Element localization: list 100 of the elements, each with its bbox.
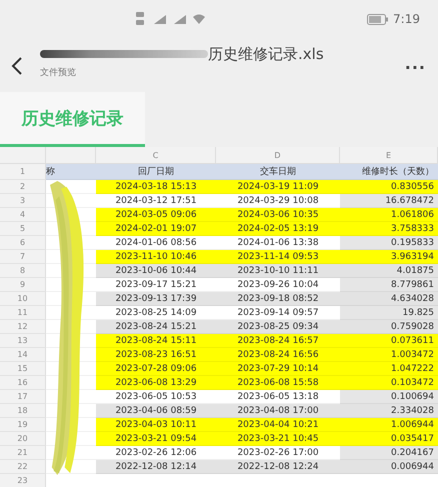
table-cell: 2023-08-24 15:11 <box>96 334 216 348</box>
table-cell: 2023-11-10 10:46 <box>96 250 216 264</box>
row-number: 18 <box>0 404 46 418</box>
table-cell: 2023-08-24 16:57 <box>216 334 340 348</box>
table-cell: 1.003472 <box>340 348 438 362</box>
table-cell: 0.759028 <box>340 320 438 334</box>
table-cell: 2023-10-06 10:44 <box>96 264 216 278</box>
table-cell: 2023-07-29 10:14 <box>216 362 340 376</box>
table-cell: 2023-04-04 10:21 <box>216 418 340 432</box>
table-cell: 2023-09-13 17:39 <box>96 292 216 306</box>
row-number: 5 <box>0 222 46 236</box>
table-cell: 8.779861 <box>340 278 438 292</box>
header-cell: 交车日期 <box>216 164 340 180</box>
row-number: 23 <box>0 474 46 487</box>
row-number: 9 <box>0 278 46 292</box>
row-number: 11 <box>0 306 46 320</box>
row-number: 1 <box>0 164 46 180</box>
row-number: 10 <box>0 292 46 306</box>
table-cell: 4.634028 <box>340 292 438 306</box>
row-number: 2 <box>0 180 46 194</box>
file-subtitle: 文件预览 <box>40 66 77 79</box>
table-cell: 0.035417 <box>340 432 438 446</box>
table-cell: 2023-09-14 09:57 <box>216 306 340 320</box>
table-cell: 2023-07-28 09:06 <box>96 362 216 376</box>
row-number: 12 <box>0 320 46 334</box>
row-number: 19 <box>0 418 46 432</box>
table-cell: 2023-08-25 09:34 <box>216 320 340 334</box>
column-header <box>46 147 96 164</box>
table-cell: 2022-12-08 12:24 <box>216 460 340 474</box>
header-cell: 维修时长（天数） <box>340 164 438 180</box>
table-cell: 1.006944 <box>340 418 438 432</box>
column-letter: D <box>216 147 340 164</box>
table-cell: 2.334028 <box>340 404 438 418</box>
more-button[interactable]: ... <box>404 54 426 73</box>
table-cell: 2023-06-05 13:18 <box>216 390 340 404</box>
table-cell: 2023-06-05 10:53 <box>96 390 216 404</box>
table-cell: 2023-04-03 10:11 <box>96 418 216 432</box>
table-cell: 0.103472 <box>340 376 438 390</box>
row-number: 21 <box>0 446 46 460</box>
table-cell: 1.061806 <box>340 208 438 222</box>
table-cell: 1.047222 <box>340 362 438 376</box>
table-cell: 2024-02-05 13:19 <box>216 222 340 236</box>
row-number: 4 <box>0 208 46 222</box>
table-cell: 0.204167 <box>340 446 438 460</box>
row-number: 17 <box>0 390 46 404</box>
table-cell: 2023-08-24 16:56 <box>216 348 340 362</box>
row-number: 14 <box>0 348 46 362</box>
table-cell: 2024-03-19 11:09 <box>216 180 340 194</box>
status-time: 7:19 <box>393 12 420 26</box>
table-cell: 2023-02-26 17:00 <box>216 446 340 460</box>
battery-icon <box>367 14 390 24</box>
table-cell: 2023-10-10 11:11 <box>216 264 340 278</box>
row-number: 13 <box>0 334 46 348</box>
table-cell: 2024-03-05 09:06 <box>96 208 216 222</box>
header-cell: 称 <box>46 164 96 180</box>
table-cell: 2022-12-08 12:14 <box>96 460 216 474</box>
table-cell: 2024-03-12 17:51 <box>96 194 216 208</box>
table-cell: 19.825 <box>340 306 438 320</box>
row-number: 8 <box>0 264 46 278</box>
table-cell: 2024-01-06 13:38 <box>216 236 340 250</box>
table-cell: 2023-04-08 17:00 <box>216 404 340 418</box>
column-letter: C <box>96 147 216 164</box>
header-cell: 回厂日期 <box>96 164 216 180</box>
table-cell: 0.006944 <box>340 460 438 474</box>
table-cell: 0.100694 <box>340 390 438 404</box>
table-cell: 2023-06-08 13:29 <box>96 376 216 390</box>
wifi-icon <box>192 14 206 24</box>
table-cell: 2023-09-17 15:21 <box>96 278 216 292</box>
row-number: 16 <box>0 376 46 390</box>
column-letter: E <box>340 147 438 164</box>
table-cell: 3.758333 <box>340 222 438 236</box>
signal-icon <box>152 14 168 24</box>
table-cell: 0.830556 <box>340 180 438 194</box>
table-cell: 2023-03-21 10:45 <box>216 432 340 446</box>
row-number: 22 <box>0 460 46 474</box>
file-title: 历史维修记录.xls <box>208 44 324 64</box>
table-cell: 2023-08-23 16:51 <box>96 348 216 362</box>
table-cell: 2024-01-06 08:56 <box>96 236 216 250</box>
table-cell: 2023-08-24 15:21 <box>96 320 216 334</box>
row-number: 6 <box>0 236 46 250</box>
table-cell: 2023-08-25 14:09 <box>96 306 216 320</box>
table-cell: 2023-11-14 09:53 <box>216 250 340 264</box>
sheet-corner <box>0 147 46 164</box>
row-number: 7 <box>0 250 46 264</box>
table-cell: 2024-02-01 19:07 <box>96 222 216 236</box>
table-cell: 2023-03-21 09:54 <box>96 432 216 446</box>
table-cell: 2024-03-18 15:13 <box>96 180 216 194</box>
table-cell: 16.678472 <box>340 194 438 208</box>
row-number: 3 <box>0 194 46 208</box>
table-cell: 0.195833 <box>340 236 438 250</box>
table-cell: 3.963194 <box>340 250 438 264</box>
table-cell: 2023-09-26 10:04 <box>216 278 340 292</box>
table-cell: 0.073611 <box>340 334 438 348</box>
table-cell: 2024-03-29 10:08 <box>216 194 340 208</box>
table-cell: 2023-04-06 08:59 <box>96 404 216 418</box>
signal-icon <box>172 14 188 24</box>
table-cell: 2023-06-08 15:58 <box>216 376 340 390</box>
row-number: 15 <box>0 362 46 376</box>
table-cell: 2023-09-18 08:52 <box>216 292 340 306</box>
table-cell: 2023-02-26 12:06 <box>96 446 216 460</box>
